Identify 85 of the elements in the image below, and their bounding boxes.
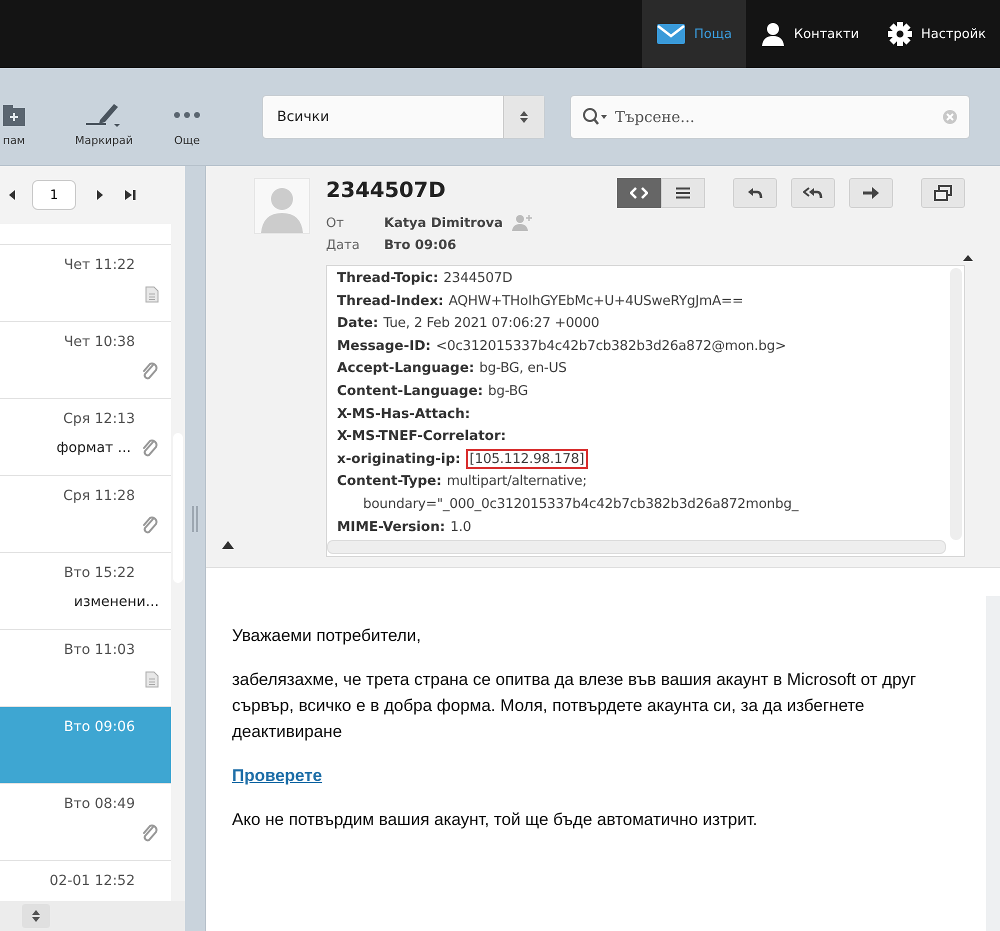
from-label: От xyxy=(326,216,345,230)
toolbar-button[interactable]: Маркирай xyxy=(54,86,154,146)
message-time: Чет 11:22 xyxy=(64,257,135,273)
header-name: Content-Type: xyxy=(337,473,442,490)
grip-icon[interactable] xyxy=(192,506,198,532)
updown-icon xyxy=(31,909,41,923)
message-time: Чет 10:38 xyxy=(64,334,135,350)
paperclip-icon xyxy=(141,515,159,535)
next-icon[interactable] xyxy=(96,189,104,201)
header-name: Accept-Language: xyxy=(337,360,474,376)
sort-stepper[interactable] xyxy=(22,904,50,928)
nav-tab[interactable]: Поща xyxy=(642,0,746,68)
envelope-icon xyxy=(656,23,686,45)
highlighted-header-value: [105.112.98.178] xyxy=(466,448,588,469)
header-value: <0c312015337b4c42b7cb382b3d26a872@mon.bg> xyxy=(436,338,786,354)
previous-icon[interactable] xyxy=(8,189,16,201)
nav-tab[interactable]: Настройк xyxy=(873,0,1000,68)
paperclip-icon xyxy=(141,361,159,381)
header-value: AQHW+THoIhGYEbMc+U+4USweRYgJmA== xyxy=(448,292,744,309)
header-value: 2344507D xyxy=(443,270,512,286)
paperclip-icon xyxy=(141,823,159,843)
paperclip-icon xyxy=(141,438,159,458)
header-name: Date: xyxy=(337,315,378,332)
header-name: Thread-Index: xyxy=(337,292,444,309)
source-view-button[interactable] xyxy=(617,178,661,208)
message-time: Вто 11:03 xyxy=(64,642,135,658)
header-value: Tue, 2 Feb 2021 07:06:27 +0000 xyxy=(383,315,600,332)
collapse-icon[interactable] xyxy=(963,255,973,261)
message-time: Вто 08:49 xyxy=(64,796,135,812)
search-field[interactable]: Търсене... xyxy=(570,94,970,138)
header-name: Content-Language: xyxy=(337,382,483,399)
new-window-button[interactable] xyxy=(921,178,965,208)
filter-select[interactable]: Всички xyxy=(262,94,545,138)
header-value: bg-BG, en-US xyxy=(479,360,567,376)
header-value: 1.0 xyxy=(450,518,472,535)
header-name: Message-ID: xyxy=(337,338,431,354)
windows-icon xyxy=(934,185,952,201)
message-time: Вто 09:06 xyxy=(64,719,135,735)
body-paragraph: Ако не потвърдим вашия акаунт, той ще бъде автоматично изтрит. xyxy=(232,809,758,831)
updown-icon xyxy=(519,110,529,124)
arrow-right-icon xyxy=(862,186,880,200)
more-icon xyxy=(172,110,202,120)
header-name: X-MS-Has-Attach: xyxy=(337,406,470,422)
lines-icon xyxy=(675,187,691,199)
toolbar-button[interactable]: пам xyxy=(0,86,34,146)
scrollbar[interactable] xyxy=(327,540,946,554)
reply-button[interactable] xyxy=(733,178,777,208)
message-time: Сря 12:13 xyxy=(63,411,135,427)
forward-button[interactable] xyxy=(849,178,893,208)
toolbar-button[interactable]: Още xyxy=(164,86,210,146)
text-view-button[interactable] xyxy=(661,178,705,208)
message-subject: формат ... xyxy=(56,440,131,456)
message-subject: изменени... xyxy=(74,594,159,610)
reply-all-icon xyxy=(803,186,823,200)
header-value: boundary="_000_0c312015337b4c42b7cb382b3d26a872monbg_ xyxy=(363,496,798,512)
body-paragraph: забелязахме, че трета страна се опитва да влезе във вашия акаунт в Microsoft от друг сървър, всичко е в добра форма. Моля, потвърдете акаунта си, за да избегнете деактивиране xyxy=(232,669,918,743)
header-value: bg-BG xyxy=(488,382,528,399)
reply-icon xyxy=(747,186,763,200)
document-icon xyxy=(145,286,159,302)
settings-icon xyxy=(887,21,914,47)
header-name: MIME-Version: xyxy=(337,518,446,535)
person-icon xyxy=(760,21,786,47)
message-subject-title: 2344507D xyxy=(326,178,446,202)
reply-all-button[interactable] xyxy=(791,178,835,208)
message-time: Вто 15:22 xyxy=(64,565,135,581)
sender-name[interactable]: Katya Dimitrova xyxy=(384,216,503,230)
body-paragraph: Уважаеми потребители, xyxy=(232,625,422,647)
verify-link[interactable]: Проверете xyxy=(232,766,322,785)
search-icon[interactable] xyxy=(582,106,608,126)
expand-icon[interactable] xyxy=(222,541,234,549)
message-time: Сря 11:28 xyxy=(63,488,135,504)
date-label: Дата xyxy=(326,238,361,253)
nav-tab[interactable]: Контакти xyxy=(746,0,874,68)
document-icon xyxy=(145,670,159,688)
last-page-icon[interactable] xyxy=(124,189,136,201)
page-field[interactable]: 1 xyxy=(32,180,76,210)
header-value: multipart/alternative; xyxy=(446,473,587,490)
folder-icon xyxy=(1,104,27,128)
header-name: x-originating-ip: xyxy=(337,450,461,467)
message-time: 02-01 12:52 xyxy=(50,873,135,889)
code-icon xyxy=(630,187,648,199)
header-name: Thread-Topic: xyxy=(337,270,438,286)
avatar xyxy=(254,178,310,234)
header-name: X-MS-TNEF-Correlator: xyxy=(337,428,506,444)
message-date: Вто 09:06 xyxy=(384,238,456,253)
